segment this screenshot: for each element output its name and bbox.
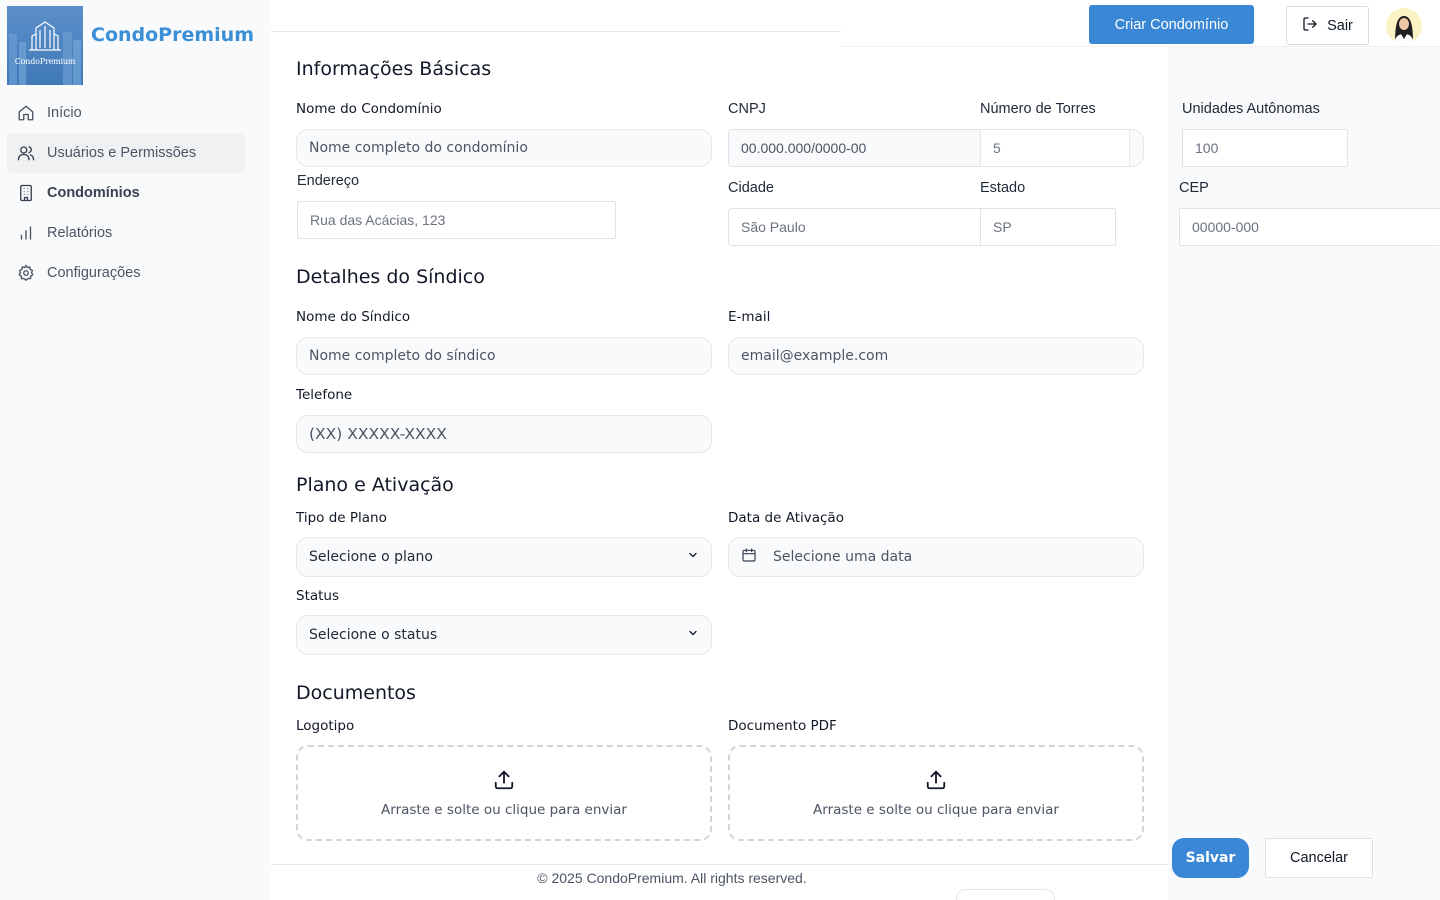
plan-type-select[interactable]: Selecione o plano xyxy=(296,537,712,577)
cep-field[interactable] xyxy=(1179,208,1440,246)
activation-date-placeholder: Selecione uma data xyxy=(773,549,913,565)
sidebar-item-configuracoes[interactable]: Configurações xyxy=(7,253,245,293)
sidebar-item-label: Usuários e Permissões xyxy=(47,145,197,161)
condo-name-field[interactable] xyxy=(296,129,712,167)
city-field[interactable] xyxy=(728,208,981,246)
avatar[interactable] xyxy=(1386,8,1422,44)
label-cnpj: CNPJ xyxy=(728,101,766,117)
gear-icon xyxy=(16,263,36,283)
status-value: Selecione o status xyxy=(309,627,438,643)
logo-caption: CondoPremium xyxy=(14,57,76,66)
main-header-strip xyxy=(271,0,841,32)
label-address: Endereço xyxy=(297,173,360,189)
phone-field[interactable] xyxy=(296,415,712,453)
logout-icon xyxy=(1302,16,1318,36)
label-activation-date: Data de Ativação xyxy=(728,510,844,526)
label-phone: Telefone xyxy=(296,387,353,403)
pdf-upload-dropzone[interactable]: Arraste e solte ou clique para enviar xyxy=(728,745,1144,841)
address-input[interactable] xyxy=(310,212,603,228)
logout-label: Sair xyxy=(1327,17,1353,34)
sidebar-item-label: Configurações xyxy=(47,265,141,281)
units-value: 100 xyxy=(1195,140,1219,156)
cep-input[interactable] xyxy=(1192,219,1428,235)
label-units: Unidades Autônomas xyxy=(1182,101,1320,117)
footer-pill xyxy=(956,889,1055,900)
right-panel xyxy=(1168,47,1440,900)
email-input[interactable] xyxy=(741,348,1131,364)
phone-input[interactable] xyxy=(309,425,699,443)
label-state: Estado xyxy=(980,180,1026,196)
towers-field[interactable]: 5 xyxy=(980,129,1130,167)
address-field[interactable] xyxy=(297,201,616,239)
logo-upload-dropzone[interactable]: Arraste e solte ou clique para enviar xyxy=(296,745,712,841)
footer-copyright: © 2025 CondoPremium. All rights reserved… xyxy=(537,870,807,886)
save-button[interactable]: Salvar xyxy=(1172,838,1249,878)
email-field[interactable] xyxy=(728,337,1144,375)
chevron-down-icon xyxy=(687,627,699,643)
brand-name[interactable]: CondoPremium xyxy=(91,24,254,46)
cnpj-field[interactable] xyxy=(728,129,981,167)
brand-logo[interactable]: CondoPremium xyxy=(7,6,83,85)
dropzone-text: Arraste e solte ou clique para enviar xyxy=(813,801,1059,818)
condo-name-input[interactable] xyxy=(309,140,699,156)
section-title-documents: Documentos xyxy=(296,682,416,704)
section-title-plan: Plano e Ativação xyxy=(296,474,454,496)
towers-value: 5 xyxy=(993,140,1001,156)
sidebar-item-relatorios[interactable]: Relatórios xyxy=(7,213,245,253)
sidebar-item-condominios[interactable]: Condomínios xyxy=(7,173,245,213)
home-icon xyxy=(16,103,36,123)
label-manager-name: Nome do Síndico xyxy=(296,309,411,325)
city-input[interactable] xyxy=(741,219,968,235)
label-logo: Logotipo xyxy=(296,718,355,734)
user-avatar-icon xyxy=(1394,16,1414,44)
create-condominium-button[interactable]: Criar Condomínio xyxy=(1089,5,1254,44)
manager-name-field[interactable] xyxy=(296,337,712,375)
label-status: Status xyxy=(296,588,340,604)
users-icon xyxy=(16,143,36,163)
bar-chart-icon xyxy=(16,223,36,243)
building-icon xyxy=(16,183,36,203)
state-field[interactable] xyxy=(980,208,1116,246)
field-end-cap xyxy=(1129,129,1144,167)
chevron-down-icon xyxy=(687,549,699,565)
sidebar-item-label: Relatórios xyxy=(47,225,113,241)
units-field[interactable]: 100 xyxy=(1182,129,1348,167)
label-towers: Número de Torres xyxy=(980,101,1096,117)
label-pdf: Documento PDF xyxy=(728,718,837,734)
label-cep: CEP xyxy=(1179,180,1209,196)
sidebar-nav: Início Usuários e Permissões Condomínios… xyxy=(7,93,245,293)
state-input[interactable] xyxy=(993,219,1103,235)
label-email: E-mail xyxy=(728,309,771,325)
sidebar-item-label: Início xyxy=(47,105,82,121)
status-select[interactable]: Selecione o status xyxy=(296,615,712,655)
label-city: Cidade xyxy=(728,180,774,196)
label-plan-type: Tipo de Plano xyxy=(296,510,387,526)
section-title-manager: Detalhes do Síndico xyxy=(296,266,485,288)
upload-icon xyxy=(493,769,515,795)
manager-name-input[interactable] xyxy=(309,348,699,364)
cnpj-input[interactable] xyxy=(741,140,968,156)
sidebar: CondoPremium CondoPremium Início Usuário… xyxy=(0,0,271,900)
calendar-icon xyxy=(741,547,757,567)
sidebar-item-usuarios[interactable]: Usuários e Permissões xyxy=(7,133,245,173)
cancel-button[interactable]: Cancelar xyxy=(1265,838,1373,878)
upload-icon xyxy=(925,769,947,795)
section-title-basic: Informações Básicas xyxy=(296,58,492,80)
sidebar-item-label: Condomínios xyxy=(47,185,140,201)
plan-type-value: Selecione o plano xyxy=(309,549,433,565)
dropzone-text: Arraste e solte ou clique para enviar xyxy=(381,801,627,818)
activation-date-picker[interactable]: Selecione uma data xyxy=(728,537,1144,577)
logout-button[interactable]: Sair xyxy=(1286,6,1369,45)
sidebar-item-inicio[interactable]: Início xyxy=(7,93,245,133)
footer-divider xyxy=(271,864,1168,865)
label-condo-name: Nome do Condomínio xyxy=(296,101,442,117)
building-logo-icon xyxy=(9,21,81,85)
